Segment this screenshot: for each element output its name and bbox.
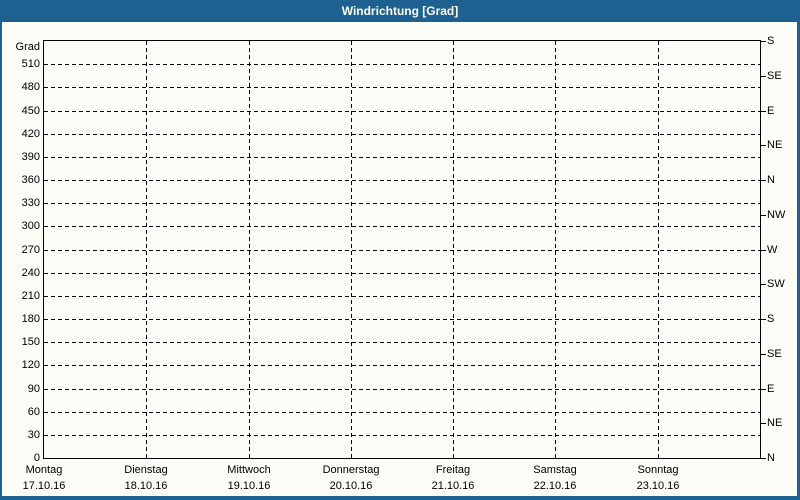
x-axis-day-label: Mittwoch <box>227 464 271 476</box>
compass-tick-mark <box>761 76 766 77</box>
compass-tick-mark <box>761 458 766 459</box>
x-axis-day-label: Dienstag <box>124 464 168 476</box>
h-gridline <box>44 111 760 112</box>
h-gridline <box>44 412 760 413</box>
x-axis-date-label: 17.10.16 <box>22 480 66 492</box>
compass-tick-mark <box>761 215 766 216</box>
y-axis-tick-label: 450 <box>21 105 40 117</box>
x-axis-day-label: Sonntag <box>637 464 679 476</box>
compass-tick-mark <box>761 145 766 146</box>
compass-tick-mark <box>761 284 766 285</box>
x-axis-date-label: 22.10.16 <box>533 480 577 492</box>
compass-tick-mark <box>761 250 766 251</box>
h-gridline <box>44 342 760 343</box>
y-axis-tick-label: 210 <box>21 290 40 302</box>
h-gridline <box>44 64 760 65</box>
y-axis-tick-label: 240 <box>21 267 40 279</box>
v-gridline <box>453 41 454 458</box>
h-gridline <box>44 435 760 436</box>
h-gridline <box>44 389 760 390</box>
compass-tick-mark <box>761 319 766 320</box>
x-axis-day-label: Montag <box>25 464 63 476</box>
compass-tick-mark <box>761 354 766 355</box>
x-axis-date-label: 23.10.16 <box>636 480 680 492</box>
h-gridline <box>44 250 760 251</box>
plot-area <box>43 40 761 459</box>
chart-window: Windrichtung [Grad] Grad 0 30 60 90 120 150 18… <box>0 0 800 500</box>
v-gridline <box>658 41 659 458</box>
h-gridline <box>44 365 760 366</box>
x-axis-date-label: 18.10.16 <box>124 480 168 492</box>
x-axis-day-label: Samstag <box>533 464 577 476</box>
x-axis-day-label: Donnerstag <box>322 464 380 476</box>
v-gridline <box>555 41 556 458</box>
h-gridline <box>44 87 760 88</box>
y-axis-tick-label: 510 <box>21 58 40 70</box>
chart-title: Windrichtung [Grad] <box>341 4 459 18</box>
compass-tick-label: NE <box>767 417 783 429</box>
v-gridline <box>146 41 147 458</box>
x-axis-day-label: Freitag <box>435 464 471 476</box>
y-axis-tick-label: 330 <box>21 197 40 209</box>
compass-tick-label: E <box>767 383 775 395</box>
compass-tick-label: E <box>767 105 775 117</box>
y-axis-tick-label: 420 <box>21 128 40 140</box>
y-axis-tick-label: 0 <box>33 452 40 464</box>
compass-tick-label: N <box>767 452 775 464</box>
compass-tick-mark <box>761 41 766 42</box>
y-axis-tick-label: 150 <box>21 336 40 348</box>
compass-tick-label: S <box>767 35 775 47</box>
x-axis-date-label: 21.10.16 <box>431 480 475 492</box>
y-axis-tick-label: 390 <box>21 151 40 163</box>
h-gridline <box>44 273 760 274</box>
compass-tick-label: NW <box>767 209 786 221</box>
compass-tick-label: SE <box>767 70 782 82</box>
y-axis-tick-label: 30 <box>27 429 40 441</box>
h-gridline <box>44 296 760 297</box>
y-axis-tick-label: 120 <box>21 359 40 371</box>
x-axis-date-label: 19.10.16 <box>227 480 271 492</box>
compass-tick-mark <box>761 111 766 112</box>
compass-tick-label: W <box>767 244 778 256</box>
h-gridline <box>44 203 760 204</box>
chart-canvas: Grad 0 30 60 90 120 150 180 210 240 270 300 330 360 3… <box>2 22 797 496</box>
y-axis-tick-label: 180 <box>21 313 40 325</box>
y-axis-tick-label: 480 <box>21 81 40 93</box>
v-gridline <box>351 41 352 458</box>
y-axis-tick-label: 360 <box>21 174 40 186</box>
compass-tick-label: S <box>767 313 775 325</box>
compass-tick-mark <box>761 389 766 390</box>
compass-tick-mark <box>761 180 766 181</box>
y-axis-tick-label: 270 <box>21 244 40 256</box>
chart-title-bar: Windrichtung [Grad] <box>0 0 800 22</box>
y-axis-tick-label: 90 <box>27 383 40 395</box>
left-axis-unit-label: Grad <box>15 41 40 53</box>
h-gridline <box>44 157 760 158</box>
y-axis-tick-label: 300 <box>21 220 40 232</box>
y-axis-tick-label: 60 <box>27 406 40 418</box>
h-gridline <box>44 319 760 320</box>
h-gridline <box>44 226 760 227</box>
compass-tick-mark <box>761 423 766 424</box>
compass-tick-label: SE <box>767 348 782 360</box>
compass-tick-label: NE <box>767 139 783 151</box>
h-gridline <box>44 134 760 135</box>
compass-tick-label: SW <box>767 278 785 290</box>
x-axis-date-label: 20.10.16 <box>329 480 373 492</box>
compass-tick-label: N <box>767 174 775 186</box>
h-gridline <box>44 180 760 181</box>
v-gridline <box>249 41 250 458</box>
